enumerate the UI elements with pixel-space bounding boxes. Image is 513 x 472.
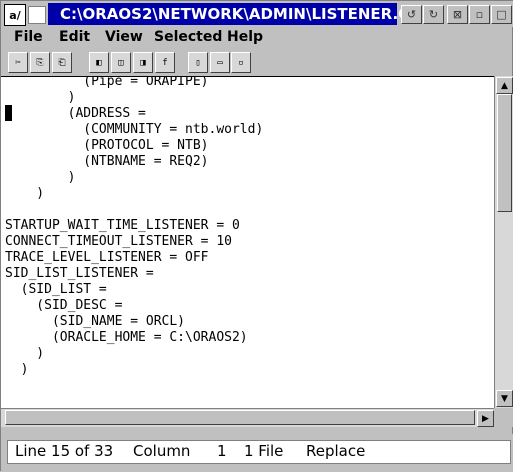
menu-bar: File Edit View Selected Help: [1, 27, 513, 49]
editor-line: (COMMUNITY = ntb.world): [5, 122, 264, 137]
system-menu-icon[interactable]: a/: [4, 4, 26, 26]
horizontal-scroll-thumb[interactable]: [5, 410, 475, 425]
editor-line: (NTBNAME = REQ2): [5, 154, 209, 169]
arrow-up-icon: ▲: [501, 80, 508, 91]
arrow-right-icon: ▶: [482, 413, 489, 424]
menu-edit[interactable]: Edit: [59, 29, 90, 45]
restore-button[interactable]: ↻: [423, 5, 444, 24]
arrow-down-icon: ▼: [501, 393, 508, 404]
status-column-value: 1: [217, 442, 227, 460]
new-file-icon: ▯: [195, 57, 201, 68]
editor-line: ): [5, 362, 29, 377]
menu-selected[interactable]: Selected: [154, 29, 222, 45]
close-button[interactable]: ⊠: [447, 5, 468, 24]
hide-button[interactable]: ↺: [401, 5, 422, 24]
minimize-button[interactable]: ▫: [469, 5, 490, 24]
status-file-count: 1 File: [244, 442, 284, 460]
editor-line: ): [5, 186, 45, 201]
scroll-up-button[interactable]: ▲: [496, 77, 513, 94]
text-editor[interactable]: (Pipe = ORAPIPE) ) (ADDRESS = (COMMUNITY…: [1, 76, 494, 409]
align-center-button[interactable]: ◫: [111, 52, 131, 73]
editor-line: (ADDRESS =: [5, 106, 146, 121]
hide-icon: ↺: [406, 8, 417, 21]
editor-line: (SID_DESC =: [5, 298, 123, 313]
editor-line: (SID_NAME = ORCL): [5, 314, 186, 329]
paste-button[interactable]: ⎗: [52, 52, 72, 73]
scrollbar-corner: [494, 408, 513, 427]
editor-line: (Pipe = ORAPIPE): [5, 76, 209, 89]
new-file-button[interactable]: ▯: [188, 52, 208, 73]
editor-line: TRACE_LEVEL_LISTENER = OFF: [5, 250, 209, 265]
align-right-icon: ◨: [140, 57, 146, 68]
align-left-button[interactable]: ◧: [89, 52, 109, 73]
editor-line: (PROTOCOL = NTB): [5, 138, 209, 153]
editor-line: (SID_LIST =: [5, 282, 107, 297]
scroll-right-button[interactable]: ▶: [477, 410, 494, 427]
editor-window: a/ C:\ORAOS2\NETWORK\ADMIN\LISTENER.ORA …: [0, 0, 513, 472]
save-file-icon: ▫: [238, 57, 244, 68]
vertical-scroll-thumb[interactable]: [497, 94, 512, 212]
open-file-button[interactable]: ▭: [210, 52, 230, 73]
editor-line: (ORACLE_HOME = C:\ORAOS2): [5, 330, 248, 345]
menu-file[interactable]: File: [14, 29, 43, 45]
menu-help[interactable]: Help: [227, 29, 263, 45]
copy-icon: ⎘: [36, 57, 44, 68]
editor-line: STARTUP_WAIT_TIME_LISTENER = 0: [5, 218, 240, 233]
minimize-icon: ▫: [475, 8, 484, 21]
editor-text[interactable]: (Pipe = ORAPIPE) ) (ADDRESS = (COMMUNITY…: [5, 76, 264, 378]
editor-line: ): [5, 90, 76, 105]
editor-line: CONNECT_TIMEOUT_LISTENER = 10: [5, 234, 232, 249]
window-menu-button[interactable]: [28, 6, 46, 24]
maximize-button[interactable]: □: [491, 5, 512, 24]
status-line: Line 15 of 33: [15, 442, 114, 460]
paste-icon: ⎗: [58, 57, 66, 68]
font-button[interactable]: f: [155, 52, 175, 73]
editor-line: ): [5, 170, 76, 185]
menu-view[interactable]: View: [105, 29, 143, 45]
restore-icon: ↻: [428, 8, 439, 21]
scroll-down-button[interactable]: ▼: [496, 390, 513, 407]
align-center-icon: ◫: [118, 57, 124, 68]
save-file-button[interactable]: ▫: [231, 52, 251, 73]
window-title: C:\ORAOS2\NETWORK\ADMIN\LISTENER.ORA: [48, 3, 434, 25]
copy-button[interactable]: ⎘: [30, 52, 50, 73]
toolbar: ✂ ⎘ ⎗ ◧ ◫ ◨ f ▯ ▭ ▫: [1, 50, 513, 76]
editor-line: ): [5, 346, 45, 361]
cut-icon: ✂: [15, 57, 21, 68]
status-bar: Line 15 of 33 Column 1 1 File Replace: [1, 434, 513, 472]
font-icon: f: [162, 57, 168, 68]
title-bar: a/ C:\ORAOS2\NETWORK\ADMIN\LISTENER.ORA …: [1, 1, 513, 27]
close-icon: ⊠: [452, 8, 463, 21]
text-cursor: [5, 105, 12, 121]
status-column-label: Column: [133, 442, 191, 460]
open-file-icon: ▭: [217, 57, 223, 68]
status-panel: Line 15 of 33 Column 1 1 File Replace: [7, 440, 511, 464]
editor-line: SID_LIST_LISTENER =: [5, 266, 154, 281]
status-mode: Replace: [306, 442, 366, 460]
cut-button[interactable]: ✂: [8, 52, 28, 73]
maximize-icon: □: [496, 8, 507, 21]
align-left-icon: ◧: [96, 57, 102, 68]
align-right-button[interactable]: ◨: [133, 52, 153, 73]
